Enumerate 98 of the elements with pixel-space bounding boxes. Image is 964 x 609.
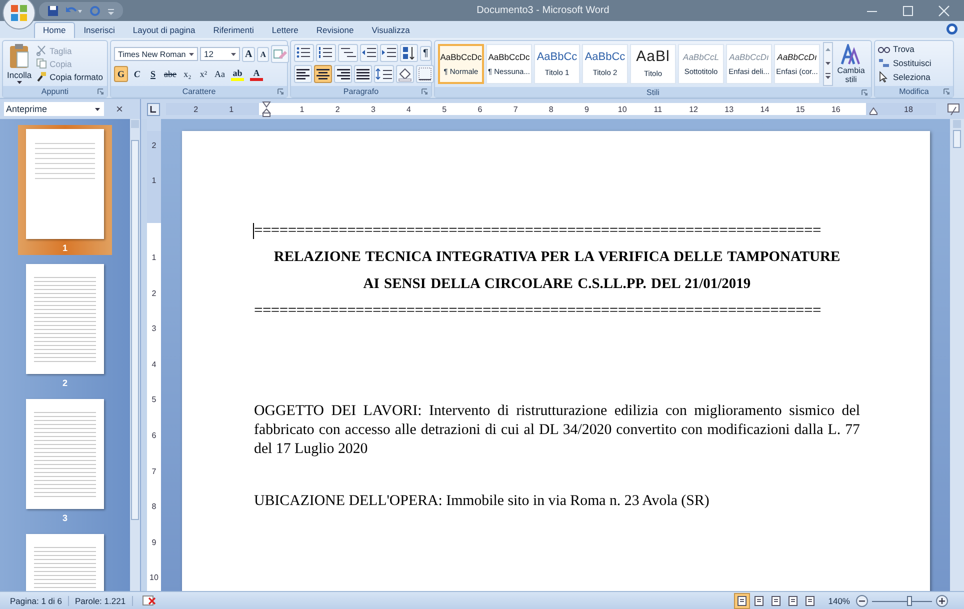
style-preview: AaBbCcDc — [488, 52, 530, 62]
right-indent-marker-icon[interactable] — [868, 107, 878, 115]
format-button[interactable]: x₂ — [180, 66, 194, 82]
borders-icon[interactable] — [416, 65, 434, 83]
brush-icon — [36, 71, 47, 82]
ribbon-tab[interactable]: Lettere — [262, 22, 308, 38]
style-preview: AaBl — [636, 50, 670, 64]
bullet-list-icon[interactable] — [294, 44, 314, 62]
group-label: Paragrafo — [343, 87, 379, 96]
line-spacing-icon[interactable] — [374, 65, 394, 83]
save-icon[interactable] — [47, 4, 59, 16]
caret-icon — [95, 108, 100, 110]
increase-indent-icon[interactable] — [380, 44, 398, 62]
group-label: Modifica — [899, 87, 929, 96]
ruler-toggle-icon[interactable] — [947, 102, 960, 116]
font-size-field[interactable]: 12 — [200, 47, 240, 61]
sort-icon[interactable] — [400, 44, 418, 62]
style-preview: AaBbCcDı — [777, 52, 817, 62]
editing-button[interactable]: Trova — [878, 43, 932, 55]
ribbon-tab[interactable]: Home — [34, 22, 75, 38]
window-title: Documento3 - Microsoft Word — [476, 5, 610, 16]
caret-icon — [189, 52, 194, 56]
align-left-icon[interactable] — [294, 65, 312, 83]
format-button[interactable]: Aa — [212, 66, 227, 82]
horizontal-ruler[interactable]: 2 1 1 2 3 4 5 6 7 8 9 10 11 12 13 14 15 16 18 — [166, 103, 936, 115]
clipboard-icon — [8, 43, 30, 69]
document-heading: RELAZIONE TECNICA INTEGRATIVA PER LA VERIFICA DELLE TAMPONATURE — [272, 248, 842, 267]
group-label: Stili — [646, 88, 660, 96]
group-label: Appunti — [41, 87, 69, 96]
copy-icon — [36, 58, 47, 69]
group-label: Carattere — [182, 87, 216, 96]
word-count[interactable]: Parole: 1.221 — [68, 596, 133, 606]
paste-button[interactable]: Incolla — [6, 42, 33, 85]
align-right-icon[interactable] — [334, 65, 352, 83]
format-button[interactable]: C — [130, 66, 144, 82]
close-icon[interactable] — [938, 4, 950, 16]
style-preview: AaBbCcL — [683, 52, 719, 62]
format-button[interactable]: abe — [162, 66, 178, 82]
spelling-status-icon[interactable] — [140, 594, 157, 608]
text-cursor — [253, 223, 254, 239]
styles-letters-icon — [840, 44, 862, 66]
style-preview: AaBbCc — [536, 51, 578, 63]
gallery-scroll-icon[interactable] — [823, 42, 833, 86]
tab-selector-icon[interactable] — [147, 102, 160, 116]
separator-line: =================================================================== — [254, 301, 822, 321]
clipboard-button[interactable]: Copia formato — [36, 71, 103, 82]
zoom-in-icon[interactable] — [936, 594, 948, 606]
ribbon-tab[interactable]: Riferimenti — [204, 22, 263, 38]
document-paragraph: UBICAZIONE DELL'OPERA: Immobile sito in via Roma n. 23 Avola (SR) — [254, 492, 710, 511]
ribbon-tab[interactable]: Revisione — [307, 22, 363, 38]
zoom-out-icon[interactable] — [856, 594, 868, 606]
document-paragraph: OGGETTO DEI LAVORI: Intervento di ristrutturazione edilizia con miglioramento sismico del fabbricato con accesso alle detrazioni di cui al DL 34/2020 convertito con modificazioni dalla L. 77 del 17 Luglio 2020 — [254, 402, 860, 459]
document-heading: AI SENSI DELLA CIRCOLARE C.S.LL.PP. DEL 21/01/2019 — [362, 275, 752, 294]
view-dropdown[interactable]: Anteprime — [4, 102, 104, 116]
format-button[interactable]: G — [114, 66, 128, 82]
close-pane-button[interactable]: × — [116, 102, 124, 116]
change-styles-button[interactable]: Cambia stili — [836, 44, 866, 84]
ribbon-tab[interactable]: Inserisci — [74, 22, 124, 38]
dialog-launcher-icon[interactable] — [97, 88, 104, 95]
caret-icon — [231, 52, 236, 56]
style-preview: AaBbCcDı — [729, 52, 769, 62]
style-preview: AaBbCcDc — [440, 52, 482, 62]
style-preview: AaBbCc — [584, 51, 626, 63]
indent-marker-icon[interactable] — [262, 101, 272, 117]
paste-label: Incolla — [7, 70, 32, 80]
page-count[interactable]: Pagina: 1 di 6 — [4, 596, 69, 606]
dialog-launcher-icon[interactable] — [277, 88, 284, 95]
cursor-icon — [878, 71, 890, 83]
dialog-launcher-icon[interactable] — [421, 88, 428, 95]
zoom-slider[interactable] — [872, 594, 932, 606]
dialog-launcher-icon[interactable] — [943, 88, 950, 95]
show-formatting-button[interactable]: ¶ — [420, 46, 432, 60]
zoom-level[interactable]: 140% — [828, 596, 850, 606]
align-justify-icon[interactable] — [354, 65, 372, 83]
editing-button[interactable]: Seleziona — [878, 71, 932, 83]
numbered-list-icon[interactable] — [316, 44, 336, 62]
scissors-icon — [36, 45, 47, 56]
ribbon-tab[interactable]: Visualizza — [362, 22, 419, 38]
scrollbar[interactable] — [950, 119, 964, 591]
multilevel-list-icon[interactable] — [338, 44, 358, 62]
ribbon-tab[interactable]: Layout di pagina — [124, 22, 204, 38]
separator-line: =================================================================== — [254, 221, 822, 241]
view-mode-icon[interactable] — [734, 592, 750, 608]
dialog-launcher-icon[interactable] — [861, 89, 868, 96]
scrollbar[interactable] — [130, 119, 140, 591]
grow-font-button[interactable]: A — [242, 46, 256, 62]
caret-icon — [16, 81, 22, 84]
clear-format-icon[interactable] — [271, 45, 290, 63]
decrease-indent-icon[interactable] — [360, 44, 378, 62]
format-button[interactable]: x² — [196, 66, 210, 82]
font-name-field[interactable]: Times New Roman — [114, 47, 198, 61]
editing-button[interactable]: Sostituisci — [878, 57, 932, 69]
shrink-font-button[interactable]: A — [257, 46, 270, 62]
align-center-icon[interactable] — [314, 65, 332, 83]
maximize-icon[interactable] — [902, 4, 914, 16]
highlight-button[interactable]: ab — [229, 68, 246, 80]
font-color-button[interactable]: A — [248, 68, 265, 80]
format-button[interactable]: S — [146, 66, 160, 82]
